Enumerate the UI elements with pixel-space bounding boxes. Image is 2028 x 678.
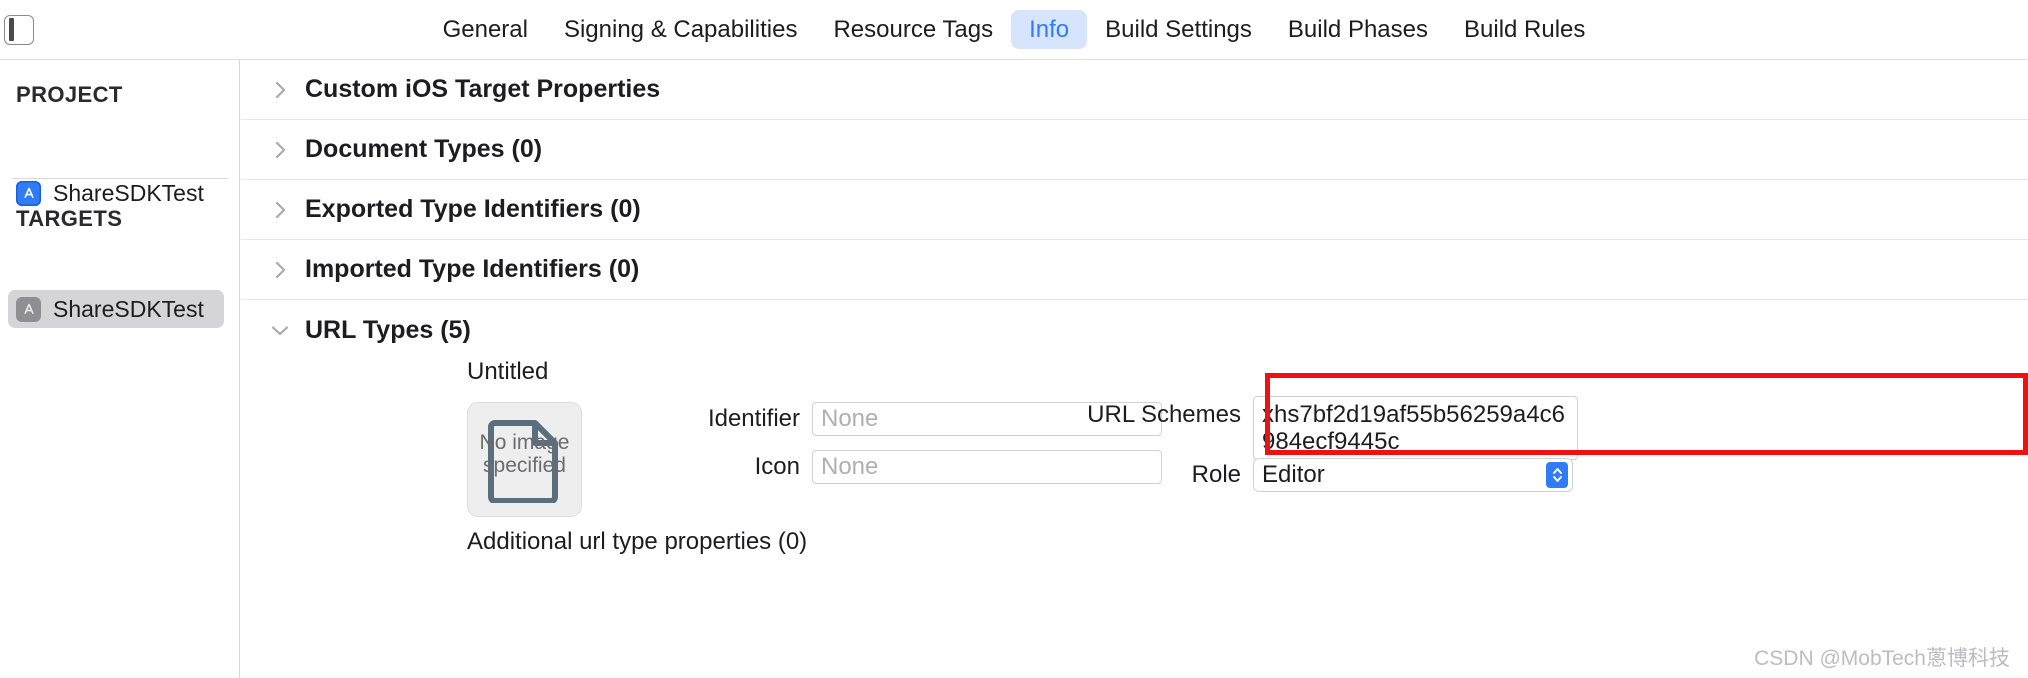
role-select[interactable]: Editor xyxy=(1253,458,1573,492)
chevron-down-icon[interactable] xyxy=(269,324,291,337)
section-title: Imported Type Identifiers (0) xyxy=(305,255,640,283)
watermark: CSDN @MobTech蔥博科技 xyxy=(1754,647,2010,670)
project-navigator-sidebar: PROJECT ShareSDKTest TARGETS ShareSDKTes… xyxy=(0,60,240,678)
role-label: Role xyxy=(1191,461,1241,488)
section-exported-type-identifiers[interactable]: Exported Type Identifiers (0) xyxy=(241,180,2028,240)
url-schemes-field-row: URL Schemes xyxy=(1066,396,1578,460)
app-icon xyxy=(16,180,41,206)
tab-resource-tags[interactable]: Resource Tags xyxy=(815,10,1011,50)
info-editor-pane: Custom iOS Target Properties Document Ty… xyxy=(241,60,2028,678)
tab-info[interactable]: Info xyxy=(1011,9,1088,50)
url-schemes-label: URL Schemes xyxy=(1087,401,1241,428)
url-type-image-well[interactable]: No image specified xyxy=(467,402,582,517)
chevron-right-icon[interactable] xyxy=(269,200,291,220)
chevron-right-icon[interactable] xyxy=(269,140,291,160)
image-well-placeholder-text: No image specified xyxy=(479,430,570,477)
role-selected-value: Editor xyxy=(1262,461,1325,488)
tab-general[interactable]: General xyxy=(425,10,546,50)
role-field-row: Role Editor xyxy=(1066,458,1573,492)
identifier-label: Identifier xyxy=(707,405,800,432)
section-custom-ios-target-properties[interactable]: Custom iOS Target Properties xyxy=(241,60,2028,120)
url-schemes-input[interactable] xyxy=(1253,396,1578,460)
chevron-updown-icon[interactable] xyxy=(1546,462,1568,488)
sidebar-item-target-sharesdktest[interactable]: ShareSDKTest xyxy=(8,290,224,328)
section-url-types[interactable]: URL Types (5) xyxy=(241,300,2028,360)
tab-build-rules[interactable]: Build Rules xyxy=(1446,10,1603,50)
chevron-right-icon[interactable] xyxy=(269,260,291,280)
section-title: URL Types (5) xyxy=(305,315,471,344)
tab-build-phases[interactable]: Build Phases xyxy=(1270,10,1446,50)
targets-section-header: TARGETS xyxy=(16,206,123,231)
project-section-header: PROJECT xyxy=(16,82,123,107)
sidebar-item-label: ShareSDKTest xyxy=(53,179,204,206)
section-document-types[interactable]: Document Types (0) xyxy=(241,120,2028,180)
sidebar-divider xyxy=(12,178,228,179)
toolbar: General Signing & Capabilities Resource … xyxy=(0,0,2028,60)
inspector-tab-bar: General Signing & Capabilities Resource … xyxy=(0,0,2028,59)
chevron-right-icon[interactable] xyxy=(269,80,291,100)
app-icon xyxy=(16,296,41,322)
tab-signing-capabilities[interactable]: Signing & Capabilities xyxy=(546,10,815,50)
url-type-entry-title: Untitled xyxy=(467,358,549,385)
section-imported-type-identifiers[interactable]: Imported Type Identifiers (0) xyxy=(241,240,2028,300)
icon-label: Icon xyxy=(754,453,800,480)
tab-build-settings[interactable]: Build Settings xyxy=(1087,10,1270,50)
url-type-entry: Untitled No image specified Additional u… xyxy=(241,358,2028,678)
section-title: Custom iOS Target Properties xyxy=(305,75,661,103)
document-icon: No image specified xyxy=(480,417,569,503)
section-title: Exported Type Identifiers (0) xyxy=(305,195,641,223)
section-title: Document Types (0) xyxy=(305,135,543,163)
additional-url-type-properties-label: Additional url type properties (0) xyxy=(467,528,808,555)
sidebar-item-label: ShareSDKTest xyxy=(53,295,204,322)
